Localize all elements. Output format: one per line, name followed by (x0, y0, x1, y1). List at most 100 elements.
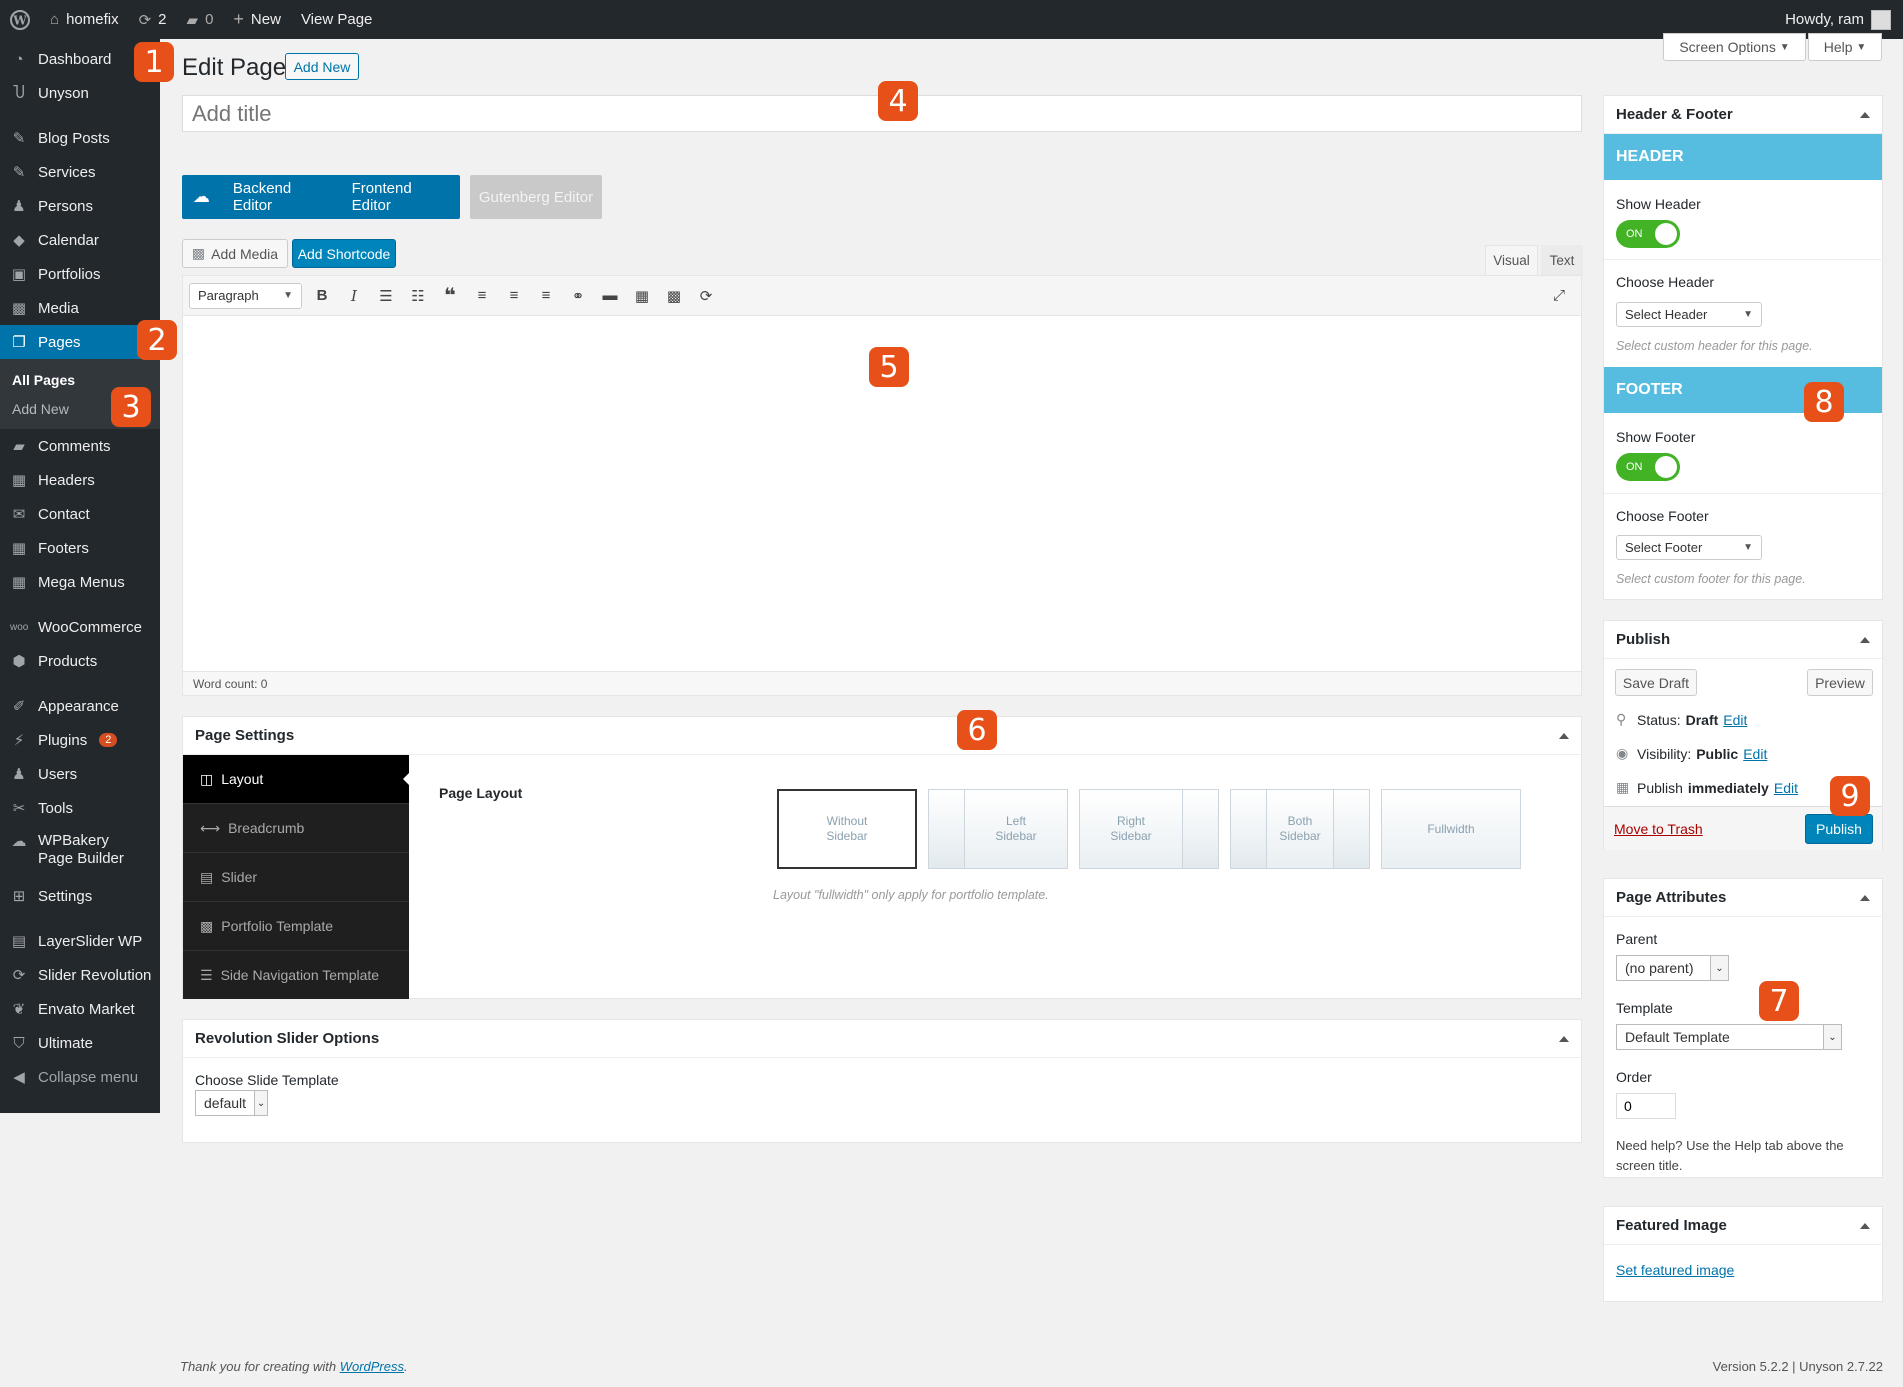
add-shortcode-button[interactable]: Add Shortcode (292, 239, 396, 268)
collapse-toggle-icon[interactable] (1860, 636, 1870, 643)
comments-link[interactable]: ▰ 0 (177, 0, 224, 39)
sidebar-item-plugins[interactable]: ⚡ Plugins 2 (0, 723, 160, 757)
save-draft-button[interactable]: Save Draft (1615, 669, 1697, 696)
sidebar-item-persons[interactable]: ♟ Persons (0, 189, 160, 223)
bullet-list-icon[interactable]: ☰ (374, 284, 398, 308)
toolbar-toggle-icon[interactable]: ▦ (630, 284, 654, 308)
align-center-icon[interactable]: ≡ (502, 284, 526, 308)
sidebar-item-tools[interactable]: ✂ Tools (0, 791, 160, 825)
sidebar-item-calendar[interactable]: ◆ Calendar (0, 223, 160, 257)
sidebar-item-woocommerce[interactable]: woo WooCommerce (0, 610, 160, 644)
collapse-toggle-icon[interactable] (1860, 1222, 1870, 1229)
sidebar-item-appearance[interactable]: ✐ Appearance (0, 689, 160, 723)
select-header-dropdown[interactable]: Select Header ▼ (1616, 302, 1762, 327)
tab-portfolio-template[interactable]: ▩ Portfolio Template (183, 901, 409, 950)
new-content-link[interactable]: + New (223, 0, 291, 39)
frontend-editor-button[interactable]: Frontend Editor (344, 180, 460, 214)
collapse-toggle-icon[interactable] (1860, 111, 1870, 118)
bold-icon[interactable]: B (310, 284, 334, 308)
sidebar-item-portfolios[interactable]: ▣ Portfolios (0, 257, 160, 291)
wp-logo-button[interactable]: W (0, 0, 40, 39)
tab-slider[interactable]: ▤ Slider (183, 852, 409, 901)
fullscreen-icon[interactable]: ⤢ (1547, 284, 1571, 308)
layout-option-both-sidebar[interactable]: Both Sidebar (1230, 789, 1370, 869)
screen-options-button[interactable]: Screen Options ▼ (1663, 33, 1806, 61)
sidebar-item-layerslider[interactable]: ▤ LayerSlider WP (0, 924, 160, 958)
site-name-link[interactable]: ⌂ homefix (40, 0, 129, 39)
edit-schedule-link[interactable]: Edit (1774, 780, 1798, 796)
format-select[interactable]: Paragraph ▼ (189, 282, 302, 309)
sidebar-item-slider-revolution[interactable]: ⟳ Slider Revolution (0, 958, 160, 992)
edit-status-link[interactable]: Edit (1723, 712, 1747, 728)
sidebar-item-envato-market[interactable]: ❦ Envato Market (0, 992, 160, 1026)
wordpress-link[interactable]: WordPress (340, 1359, 404, 1374)
collapse-toggle-icon[interactable] (1559, 732, 1569, 739)
align-right-icon[interactable]: ≡ (534, 284, 558, 308)
sidebar-item-wpbakery[interactable]: ☁ WPBakery Page Builder (0, 825, 160, 879)
layout-option-fullwidth[interactable]: Fullwidth (1381, 789, 1521, 869)
move-to-trash-link[interactable]: Move to Trash (1614, 821, 1703, 837)
blockquote-icon[interactable]: ❝ (438, 284, 462, 308)
insert-image-icon[interactable]: ▩ (662, 284, 686, 308)
tab-breadcrumb[interactable]: ⟷ Breadcrumb (183, 803, 409, 852)
sidebar-item-unyson[interactable]: Ⴎ Unyson (0, 76, 160, 110)
template-value: Default Template (1625, 1029, 1730, 1045)
sidebar-item-products[interactable]: ⬢ Products (0, 644, 160, 678)
view-page-link[interactable]: View Page (291, 0, 382, 39)
header-footer-header[interactable]: Header & Footer (1604, 96, 1882, 134)
set-featured-image-link[interactable]: Set featured image (1616, 1262, 1734, 1278)
add-media-button[interactable]: ▩ Add Media (182, 239, 288, 268)
page-attributes-header[interactable]: Page Attributes (1604, 879, 1882, 917)
sidebar-item-contact[interactable]: ✉ Contact (0, 497, 160, 531)
italic-icon[interactable]: I (342, 284, 366, 308)
tab-side-navigation-template[interactable]: ☰ Side Navigation Template (183, 950, 409, 999)
collapse-toggle-icon[interactable] (1860, 894, 1870, 901)
add-new-page-button[interactable]: Add New (285, 53, 359, 80)
link-icon[interactable]: ⚭ (566, 284, 590, 308)
preview-button[interactable]: Preview (1807, 669, 1873, 696)
edit-visibility-link[interactable]: Edit (1743, 746, 1767, 762)
show-header-toggle[interactable]: ON (1616, 220, 1680, 248)
layout-option-right-sidebar[interactable]: Right Sidebar (1079, 789, 1219, 869)
sidebar-item-pages[interactable]: ❐ Pages (0, 325, 160, 359)
sidebar-item-media[interactable]: ▩ Media (0, 291, 160, 325)
sidebar-item-users[interactable]: ♟ Users (0, 757, 160, 791)
refresh-icon[interactable]: ⟳ (694, 284, 718, 308)
sidebar-item-footers[interactable]: ▦ Footers (0, 531, 160, 565)
sidebar-item-mega-menus[interactable]: ▦ Mega Menus (0, 565, 160, 599)
backend-editor-button[interactable]: Backend Editor (221, 180, 344, 214)
tab-visual[interactable]: Visual (1485, 245, 1538, 275)
featured-image-header[interactable]: Featured Image (1604, 1207, 1882, 1245)
publish-button[interactable]: Publish (1805, 814, 1873, 844)
tab-text[interactable]: Text (1541, 245, 1583, 275)
sidebar-item-services[interactable]: ✎ Services (0, 155, 160, 189)
help-button[interactable]: Help ▼ (1808, 33, 1882, 61)
align-left-icon[interactable]: ≡ (470, 284, 494, 308)
page-settings-header[interactable]: Page Settings (183, 717, 1581, 755)
collapse-menu-button[interactable]: ◀ Collapse menu (0, 1060, 160, 1094)
sidebar-item-label: Services (38, 163, 96, 181)
sidebar-item-comments[interactable]: ▰ Comments (0, 429, 160, 463)
slide-template-select[interactable]: default ⌄ (195, 1090, 268, 1116)
sidebar-item-headers[interactable]: ▦ Headers (0, 463, 160, 497)
publish-header[interactable]: Publish (1604, 621, 1882, 659)
revolution-slider-header[interactable]: Revolution Slider Options (183, 1020, 1581, 1058)
order-input[interactable] (1616, 1093, 1676, 1119)
sidebar-item-ultimate[interactable]: ⛉ Ultimate (0, 1026, 160, 1060)
collapse-toggle-icon[interactable] (1559, 1035, 1569, 1042)
screen-options-label: Screen Options (1679, 39, 1776, 55)
sidebar-item-blog-posts[interactable]: ✎ Blog Posts (0, 121, 160, 155)
numbered-list-icon[interactable]: ☷ (406, 284, 430, 308)
parent-select[interactable]: (no parent) ⌄ (1616, 955, 1729, 981)
read-more-icon[interactable]: ▬ (598, 284, 622, 308)
publish-label: Publish (1637, 779, 1683, 796)
layout-option-without-sidebar[interactable]: Without Sidebar (777, 789, 917, 869)
gutenberg-editor-button[interactable]: Gutenberg Editor (470, 175, 602, 219)
tab-layout[interactable]: ◫ Layout (183, 755, 409, 803)
updates-link[interactable]: ⟳ 2 (129, 0, 177, 39)
layout-option-left-sidebar[interactable]: Left Sidebar (928, 789, 1068, 869)
sidebar-item-settings[interactable]: ⊞ Settings (0, 879, 160, 913)
select-footer-dropdown[interactable]: Select Footer ▼ (1616, 535, 1762, 560)
show-footer-toggle[interactable]: ON (1616, 453, 1680, 481)
template-select[interactable]: Default Template ⌄ (1616, 1024, 1842, 1050)
